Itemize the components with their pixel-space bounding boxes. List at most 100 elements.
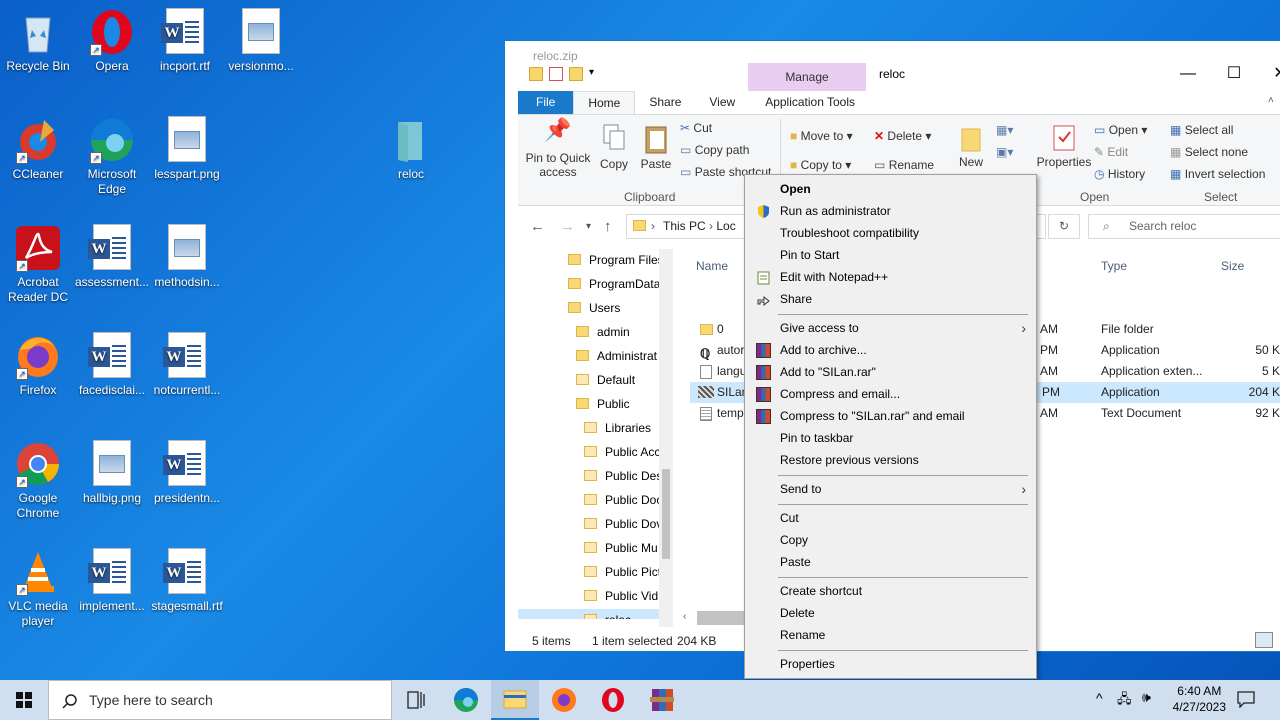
taskbar-opera[interactable] [589,680,637,720]
tree-item-selected[interactable]: reloc [518,609,660,619]
tree-item[interactable]: admin [576,321,630,343]
menu-item-paste[interactable]: Paste [747,551,1034,573]
new-folder-button[interactable]: New [956,123,986,169]
copy-button[interactable]: Copy [594,123,634,171]
desktop-icon-recycle-bin[interactable]: Recycle Bin [0,8,76,74]
menu-item-give-access-to[interactable]: Give access to › [747,317,1034,339]
menu-item-properties[interactable]: Properties [747,653,1034,675]
properties-icon[interactable] [549,67,563,81]
delete-button[interactable]: ✕ Delete ▾ [874,129,931,143]
desktop-icon-opera[interactable]: ↗ Opera [74,8,150,74]
pin-to-quick-access-button[interactable]: 📌 Pin to Quick access [524,119,592,180]
menu-item-add-to-rar[interactable]: Add to "SILan.rar" [747,361,1034,383]
properties-button[interactable]: Properties [1036,123,1092,169]
folder-icon[interactable] [529,67,543,81]
column-name[interactable]: Name [696,259,728,273]
desktop-icon-facedisclai[interactable]: W facedisclai... [74,332,150,398]
tree-item[interactable]: Public Dov [584,513,660,535]
notification-center-button[interactable] [1236,690,1256,709]
menu-item-pin-to-start[interactable]: Pin to Start [747,244,1034,266]
desktop-icon-lesspart[interactable]: lesspart.png [149,116,225,182]
volume-icon[interactable]: 🕪 [1142,689,1151,706]
easy-access-icon[interactable]: ▣▾ [996,145,1013,159]
desktop-icon-reloc[interactable]: reloc [373,116,449,182]
desktop-icon-ccleaner[interactable]: ↗ CCleaner [0,116,76,182]
start-button[interactable] [0,680,48,720]
desktop-icon-hallbig[interactable]: hallbig.png [74,440,150,506]
tree-item[interactable]: Public Vid [584,585,658,607]
column-size[interactable]: Size [1221,259,1244,273]
menu-item-run-as-administrator[interactable]: Run as administrator [747,200,1034,222]
move-to-button[interactable]: ■ Move to ▾ [790,129,853,143]
scrollbar-thumb[interactable] [662,469,670,559]
taskbar-file-explorer[interactable] [491,680,539,720]
taskbar-search-box[interactable]: Type here to search [48,680,392,720]
copy-path-button[interactable]: ▭ Copy path [680,143,749,157]
breadcrumb-this-pc[interactable]: This PC [663,219,706,233]
tab-share[interactable]: Share [635,91,695,115]
minimize-button[interactable]: — [1165,61,1211,87]
menu-item-delete[interactable]: Delete [747,602,1034,624]
chevron-down-icon[interactable]: ▾ [589,67,594,81]
hscroll-left-icon[interactable]: ‹ [683,611,686,622]
history-button[interactable]: ◷ History [1094,167,1145,181]
tree-item[interactable]: Public Mu [584,537,658,559]
menu-item-copy[interactable]: Copy [747,529,1034,551]
back-arrow-icon[interactable]: ← [530,218,545,235]
tab-view[interactable]: View [695,91,749,115]
search-input[interactable]: ⌕ Search reloc [1088,214,1280,239]
menu-item-compress-and-email[interactable]: Compress and email... [747,383,1034,405]
column-type[interactable]: Type [1101,259,1127,273]
desktop-icon-methodsin[interactable]: methodsin... [149,224,225,290]
ribbon-collapse-icon[interactable]: ˄ [1268,95,1274,106]
menu-item-add-to-archive[interactable]: Add to archive... [747,339,1034,361]
taskbar-firefox[interactable] [540,680,588,720]
cut-button[interactable]: ✂ Cut [680,121,712,135]
tree-item[interactable]: Public Des [584,465,660,487]
copy-to-button[interactable]: ■ Copy to ▾ [790,158,851,172]
rename-button[interactable]: ▭ Rename [874,158,934,172]
desktop-icon-versionmo[interactable]: versionmo... [223,8,299,74]
taskbar-edge[interactable] [442,680,490,720]
menu-item-cut[interactable]: Cut [747,507,1034,529]
menu-item-send-to[interactable]: Send to › [747,478,1034,500]
tree-item[interactable]: Public Pict [584,561,660,583]
desktop-icon-implement[interactable]: W implement... [74,548,150,614]
desktop-icon-firefox[interactable]: ↗ Firefox [0,332,76,398]
new-folder-icon[interactable] [569,67,583,81]
tab-home[interactable]: Home [573,91,636,115]
menu-item-open[interactable]: Open [747,178,1034,200]
desktop-icon-notcurrentl[interactable]: W notcurrentl... [149,332,225,398]
desktop-icon-acrobat[interactable]: ↗ Acrobat Reader DC [0,224,76,305]
tree-item[interactable]: Program Files [568,249,660,271]
tab-file[interactable]: File [518,91,574,115]
tree-item[interactable]: Public [576,393,630,415]
desktop-icon-stagesmall[interactable]: W stagesmall.rtf [149,548,225,614]
menu-item-share[interactable]: Share [747,288,1034,310]
select-all-button[interactable]: ▦ Select all [1170,123,1233,137]
up-arrow-icon[interactable]: ↑ [604,218,612,235]
tree-item[interactable]: Public Doc [584,489,660,511]
forward-arrow-icon[interactable]: → [560,218,575,235]
menu-item-pin-to-taskbar[interactable]: Pin to taskbar [747,427,1034,449]
tree-scrollbar[interactable] [659,249,673,627]
desktop-icon-assessment[interactable]: W assessment... [74,224,150,290]
task-view-button[interactable] [392,680,440,720]
tree-item[interactable]: Libraries [584,417,651,439]
breadcrumb-local-disk[interactable]: Loc [716,219,735,233]
system-clock[interactable]: 6:40 AM 4/27/2023 [1173,683,1226,715]
recent-locations-icon[interactable]: ▾ [586,221,591,232]
desktop-icon-presidentn[interactable]: W presidentn... [149,440,225,506]
details-view-icon[interactable] [1255,632,1273,648]
menu-item-create-shortcut[interactable]: Create shortcut [747,580,1034,602]
desktop-icon-vlc[interactable]: ↗ VLC media player [0,548,76,629]
paste-button[interactable]: Paste [636,123,676,171]
menu-item-troubleshoot-compatibility[interactable]: Troubleshoot compatibility [747,222,1034,244]
tab-manage[interactable]: Manage [748,63,866,91]
invert-selection-button[interactable]: ▦ Invert selection [1170,167,1265,181]
tree-item[interactable]: Public Acc [584,441,660,463]
close-button[interactable]: ✕ [1257,61,1280,87]
tree-item[interactable]: ProgramData [568,273,660,295]
maximize-button[interactable]: ☐ [1211,61,1257,87]
new-item-icon[interactable]: ▦▾ [996,123,1013,137]
